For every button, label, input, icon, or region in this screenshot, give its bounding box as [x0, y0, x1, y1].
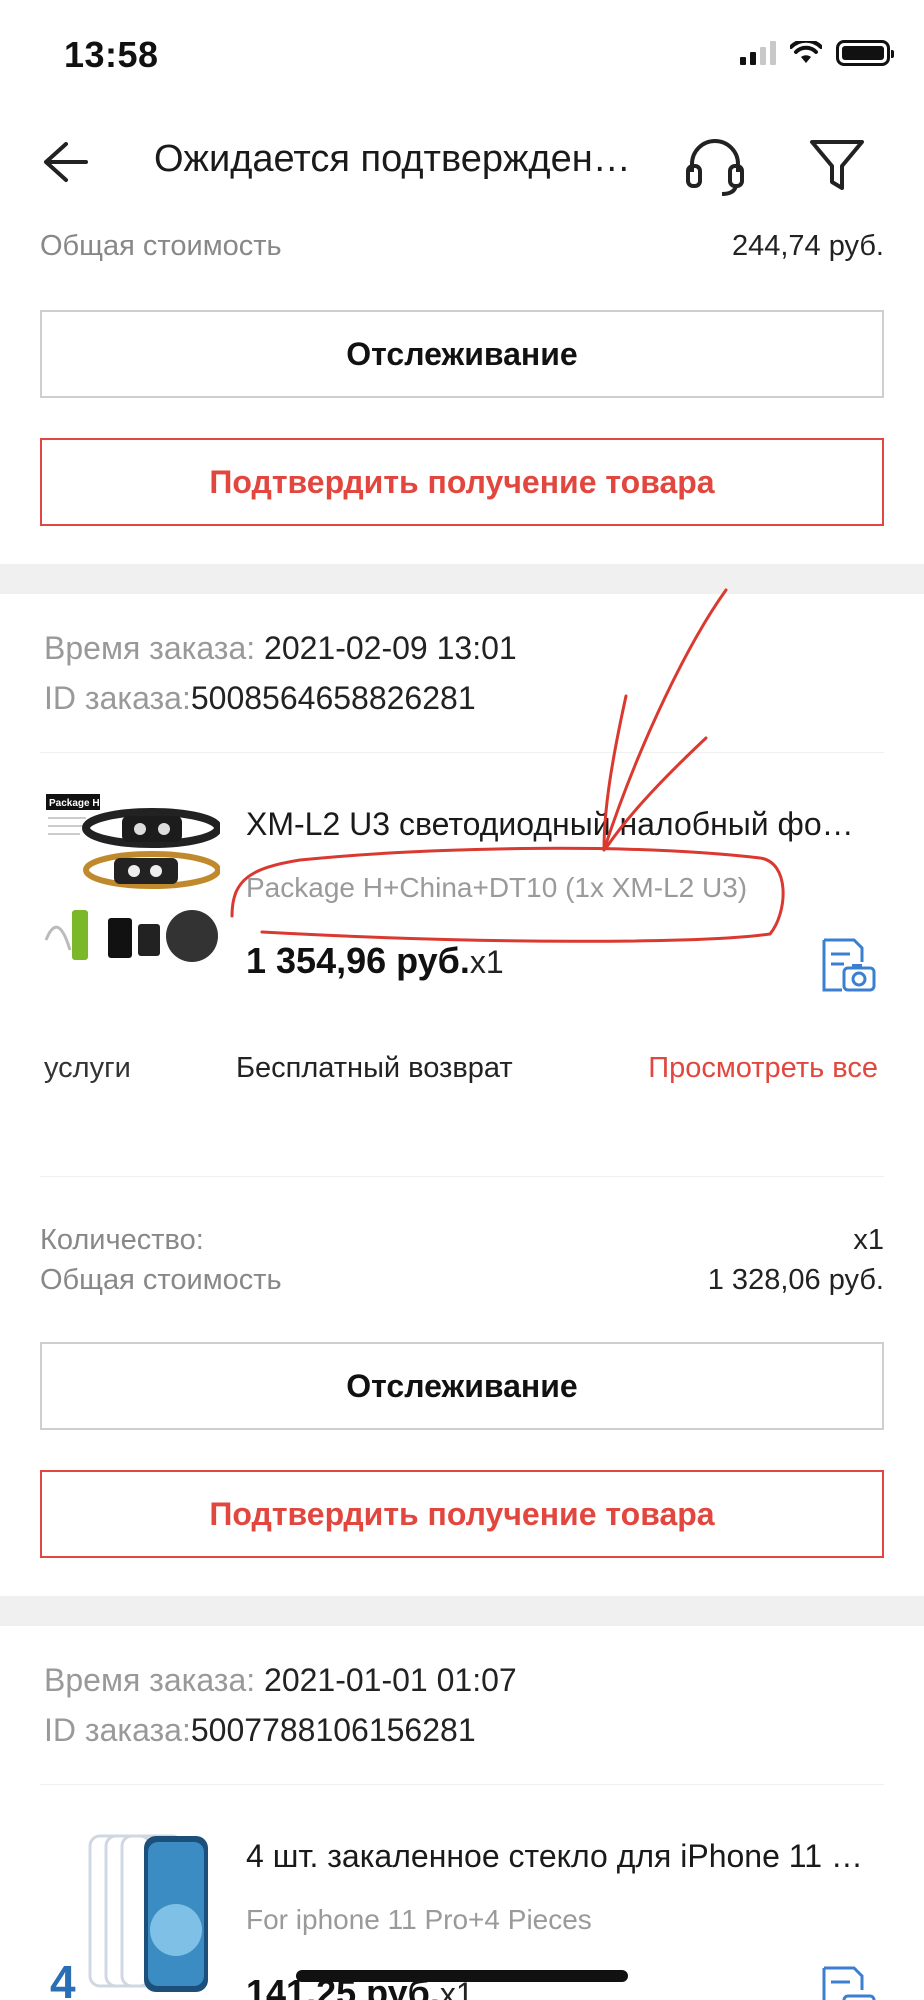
divider [40, 1176, 884, 1177]
product-title[interactable]: 4 шт. закаленное стекло для iPhone 11 Pr… [246, 1838, 866, 1875]
track-button[interactable]: Отслеживание [40, 1342, 884, 1430]
review-photo-icon[interactable] [818, 1964, 878, 2000]
total-row: Общая стоимость 1 328,06 руб. [40, 1264, 884, 1297]
section-divider [0, 1596, 924, 1626]
wifi-icon [790, 41, 822, 63]
page-title: Ожидается подтверждение получения [154, 138, 644, 180]
battery-icon [836, 40, 894, 66]
total-value: 1 328,06 руб. [707, 1264, 884, 1296]
product-title[interactable]: XM-L2 U3 светодиодный налобный фонарь [246, 806, 866, 843]
order-time: Время заказа: 2021-01-01 01:07 [44, 1662, 517, 1698]
section-divider [0, 564, 924, 594]
order-id: ID заказа:5008564658826281 [44, 680, 476, 716]
review-photo-icon[interactable] [818, 936, 878, 996]
status-icons [740, 40, 894, 66]
cellular-signal-icon [740, 41, 776, 65]
total-label: Общая стоимость [40, 230, 282, 262]
product-variant: For iphone 11 Pro+4 Pieces [246, 1904, 592, 1935]
filter-icon[interactable] [806, 134, 868, 196]
back-arrow-icon[interactable] [40, 140, 90, 184]
divider [40, 1784, 884, 1785]
image-badge: Package H [49, 798, 100, 809]
divider [40, 752, 884, 753]
services-value: Бесплатный возврат [236, 1052, 513, 1084]
order-id: ID заказа:5007788106156281 [44, 1712, 476, 1748]
status-bar: 13:58 [0, 0, 924, 110]
track-button[interactable]: Отслеживание [40, 310, 884, 398]
product-price: 1 354,96 руб.x1 [246, 940, 504, 981]
view-all-link[interactable]: Просмотреть все [648, 1052, 878, 1085]
prev-total-row: Общая стоимость 244,74 руб. [40, 230, 884, 263]
total-label: Общая стоимость [40, 1264, 282, 1296]
support-headset-icon[interactable] [682, 134, 748, 200]
services-label: услуги [44, 1052, 131, 1084]
total-value: 244,74 руб. [731, 230, 884, 262]
quantity-row: Количество: x1 [40, 1224, 884, 1257]
product-variant: Package H+China+DT10 (1x XM-L2 U3) [246, 872, 748, 903]
product-image-glass[interactable]: 4 [44, 1830, 220, 2000]
quantity-label: Количество: [40, 1224, 204, 1256]
red-annotation-arrow-and-circle [230, 588, 785, 943]
confirm-receipt-button[interactable]: Подтвердить получение товара [40, 1470, 884, 1558]
status-time: 13:58 [64, 34, 159, 75]
nav-bar: Ожидается подтверждение получения [0, 110, 924, 210]
quantity-value: x1 [853, 1224, 884, 1256]
home-indicator [296, 1970, 628, 1982]
confirm-receipt-button[interactable]: Подтвердить получение товара [40, 438, 884, 526]
product-image-headlamp[interactable]: Package H [44, 790, 220, 966]
order-time: Время заказа: 2021-02-09 13:01 [44, 630, 517, 666]
image-badge: 4 [50, 1956, 76, 2000]
